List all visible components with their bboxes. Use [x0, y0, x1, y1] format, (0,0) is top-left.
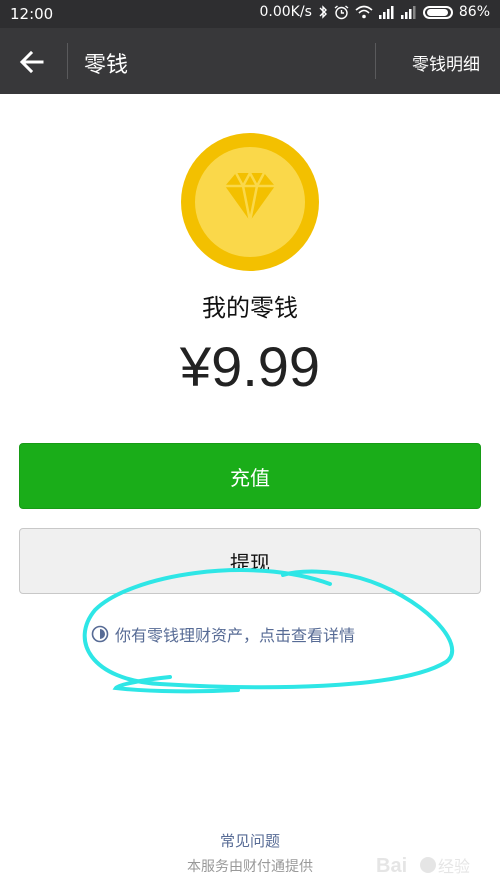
- svg-text:Bai: Bai: [376, 855, 407, 877]
- status-time: 12:00: [10, 5, 54, 23]
- wealth-assets-text: 你有零钱理财资产，点击查看详情: [115, 626, 356, 645]
- battery-percent: 86%: [458, 4, 490, 20]
- withdraw-button[interactable]: 提现: [19, 528, 481, 594]
- signal-icon: [400, 5, 416, 19]
- status-icons: 0.00K/s 86%: [260, 4, 491, 20]
- bluetooth-icon: [319, 5, 327, 19]
- network-speed: 0.00K/s: [259, 4, 312, 20]
- wealth-icon: [91, 625, 109, 643]
- faq-link[interactable]: 常见问题: [0, 830, 500, 851]
- balance-label: 我的零钱: [202, 294, 298, 322]
- svg-text:经验: 经验: [438, 857, 470, 876]
- nav-divider: [67, 43, 68, 79]
- wifi-icon: [355, 5, 373, 19]
- site-watermark: Bai 经验: [376, 855, 470, 877]
- recharge-button[interactable]: 充值: [19, 443, 481, 509]
- balance-amount: ¥9.99: [179, 335, 321, 398]
- nav-divider: [375, 43, 376, 79]
- status-bar: 12:00 0.00K/s 86%: [0, 0, 500, 28]
- signal-icon: [378, 5, 394, 19]
- balance-details-link[interactable]: 零钱明细: [412, 50, 480, 75]
- diamond-coin-icon: [181, 133, 319, 271]
- alarm-icon: [334, 4, 349, 19]
- page-title: 零钱: [84, 53, 129, 78]
- back-arrow-icon[interactable]: [16, 46, 48, 78]
- battery-icon: [422, 5, 453, 19]
- nav-bar: 零钱 零钱明细: [0, 28, 500, 94]
- wealth-assets-link[interactable]: 你有零钱理财资产，点击查看详情: [91, 622, 355, 646]
